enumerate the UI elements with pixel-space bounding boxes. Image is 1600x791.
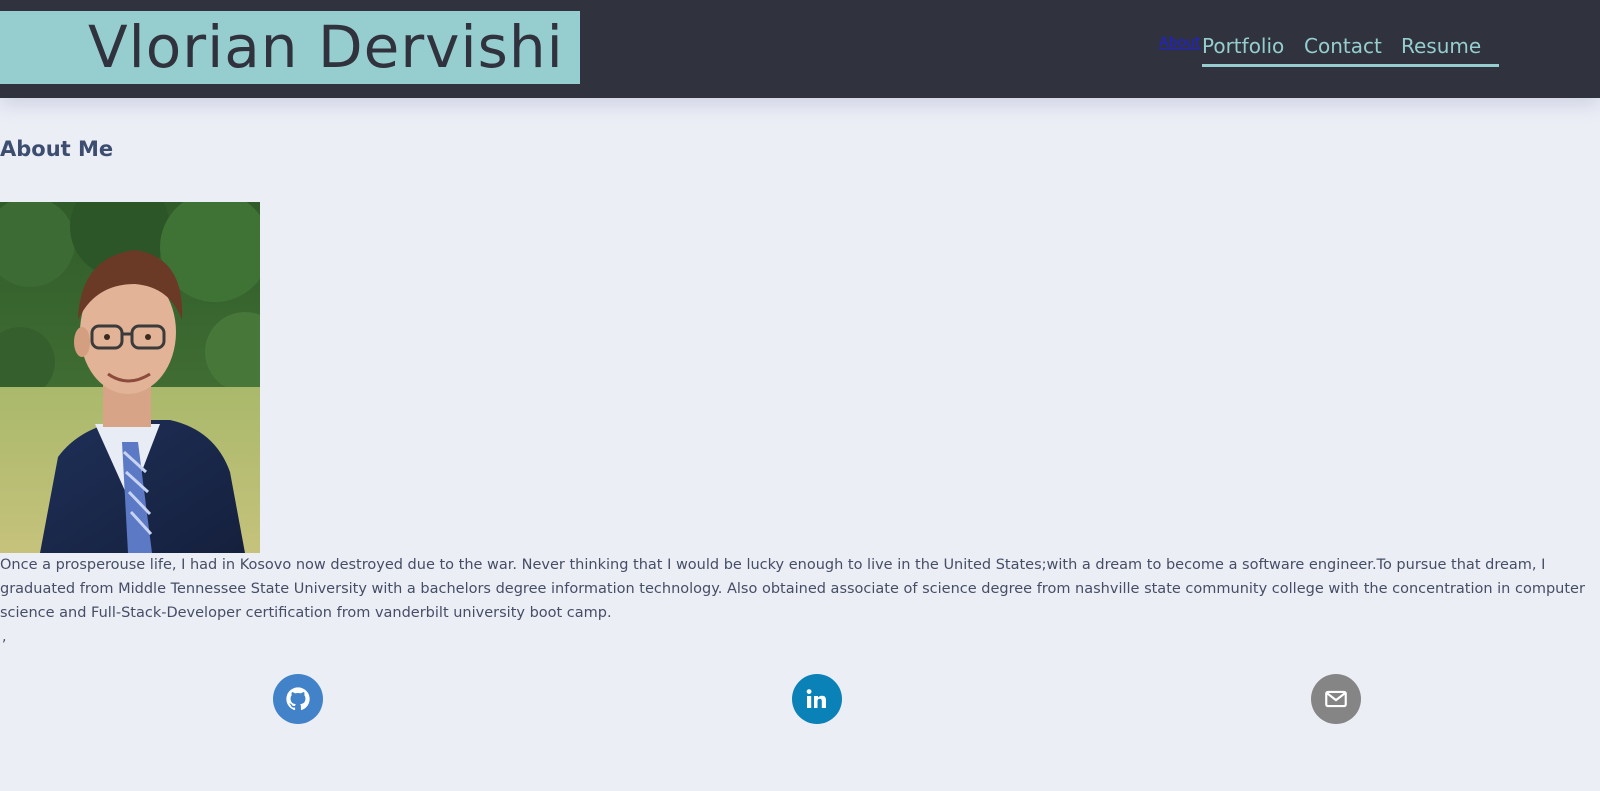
github-link[interactable] [273,674,323,724]
linkedin-icon [806,689,826,708]
stray-text: , [2,629,7,645]
bio-paragraph: Once a prosperouse life, I had in Kosovo… [0,557,1585,621]
nav-link-contact[interactable]: Contact [1304,33,1382,59]
nav-link-about[interactable]: About [1159,35,1200,51]
nav-link-portfolio[interactable]: Portfolio [1202,33,1284,59]
linkedin-link[interactable] [792,674,842,724]
site-title: Vlorian Dervishi [88,13,564,81]
github-icon [286,687,310,711]
nav-link-resume[interactable]: Resume [1401,33,1481,59]
site-header: Vlorian Dervishi About Portfolio Contact… [0,0,1600,98]
email-link[interactable] [1311,674,1361,724]
profile-photo [0,202,260,553]
nav-bar: Portfolio Contact Resume [1202,33,1499,67]
mail-icon [1325,690,1347,708]
section-title: About Me [0,137,114,161]
brand-banner: Vlorian Dervishi [0,11,580,84]
